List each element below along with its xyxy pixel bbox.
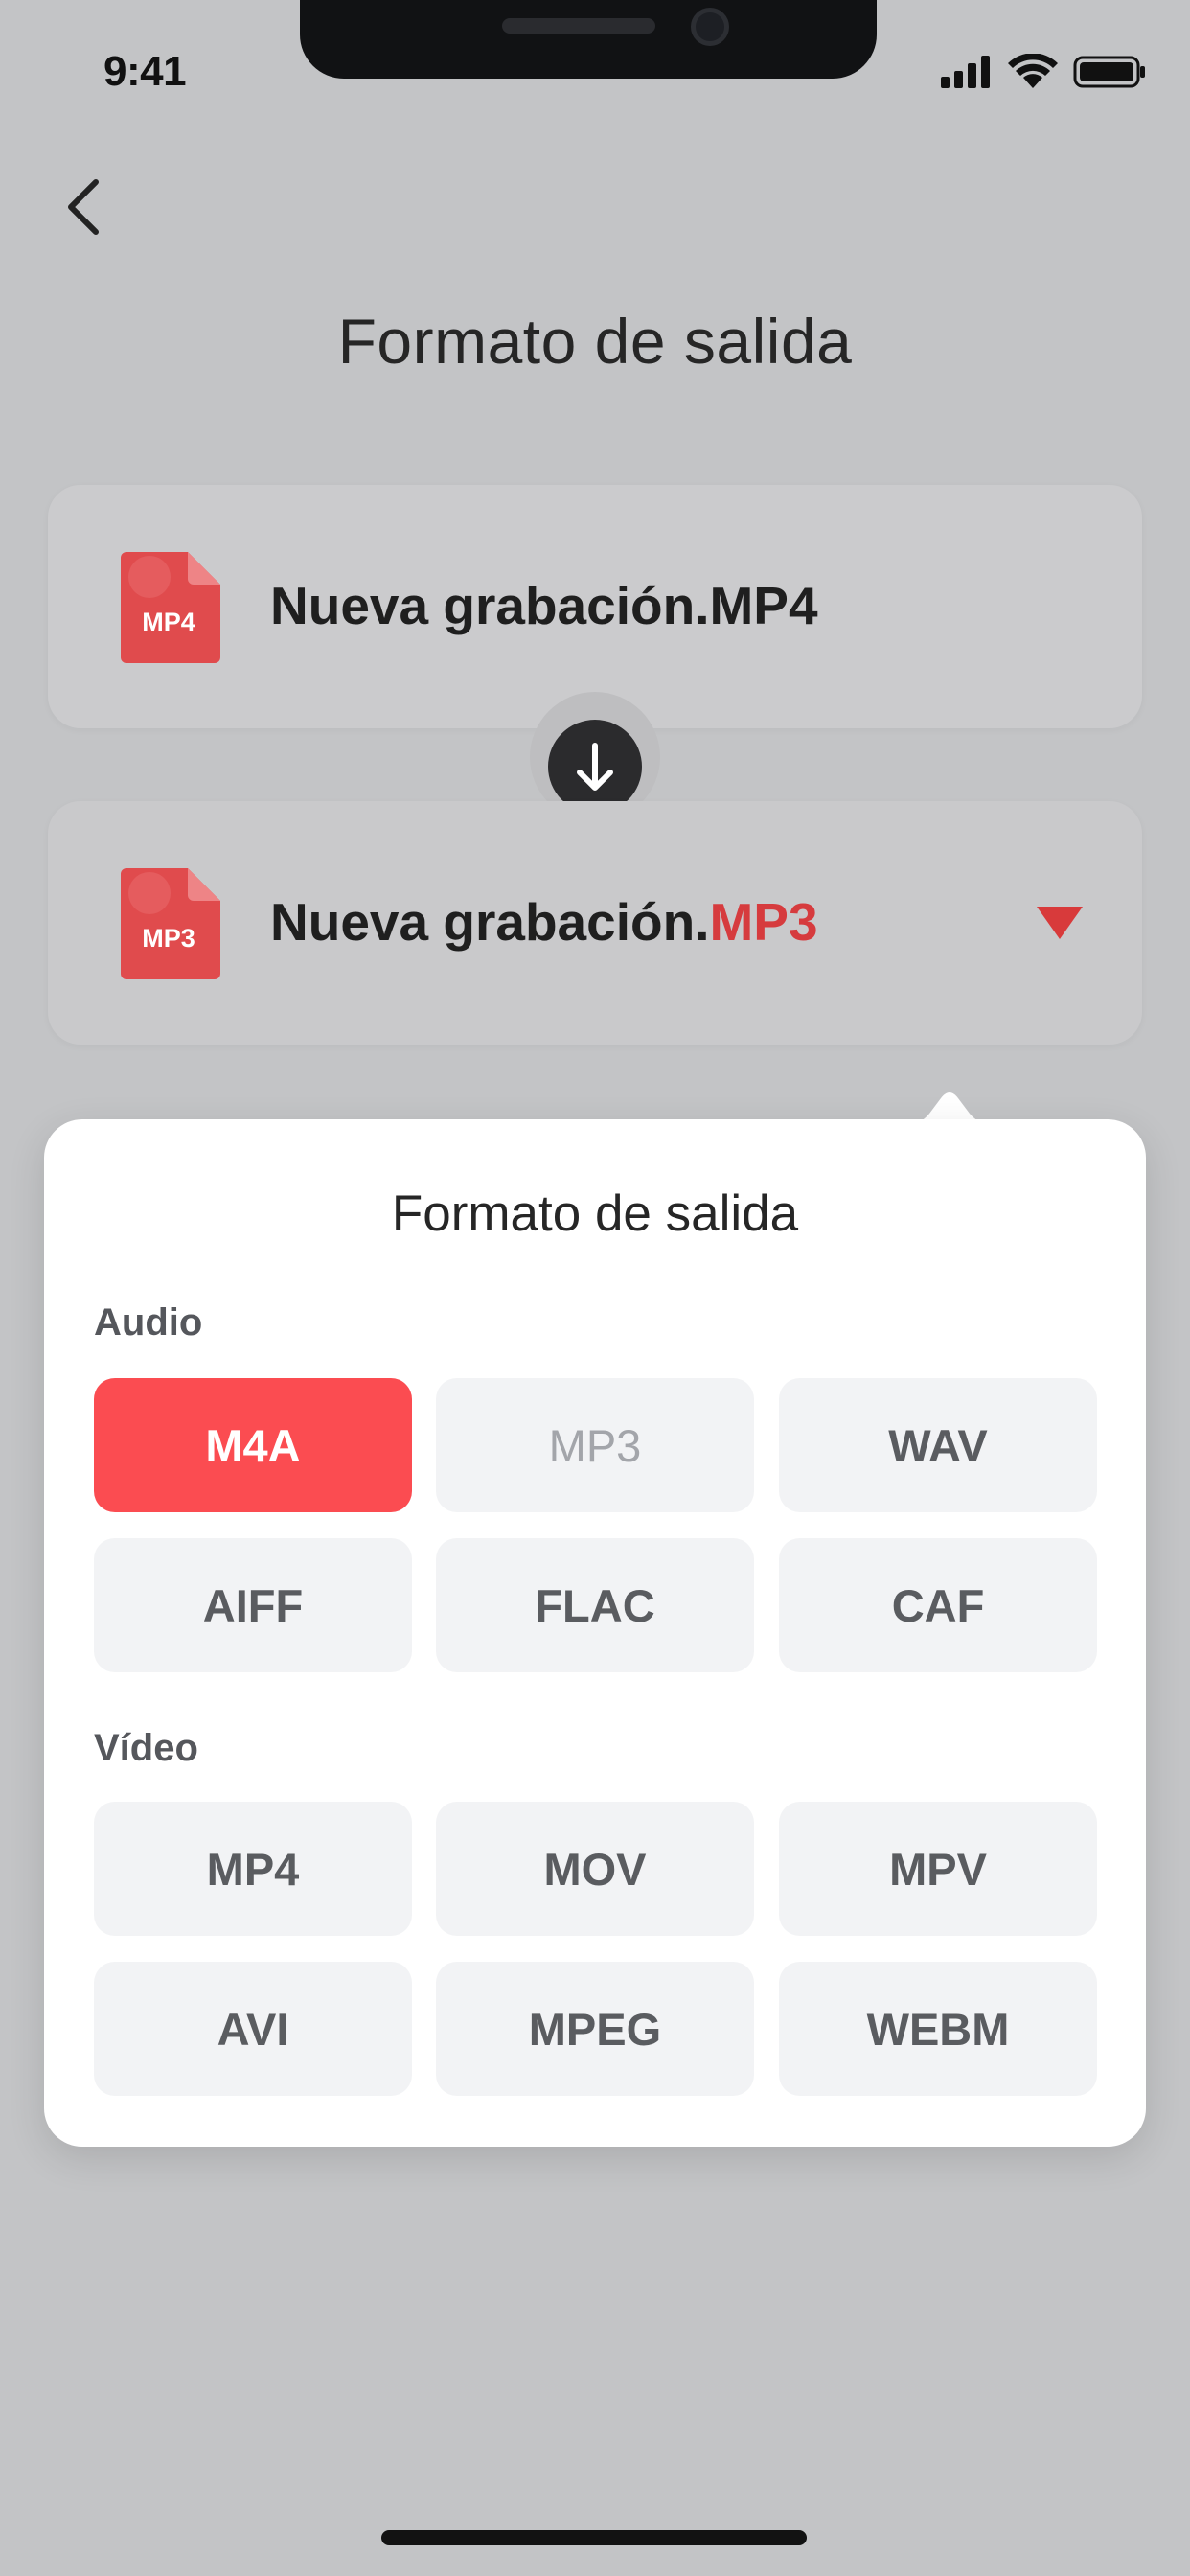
format-chip-mpeg[interactable]: MPEG (436, 1962, 754, 2096)
format-chip-m4a[interactable]: M4A (94, 1378, 412, 1512)
status-time: 9:41 (103, 48, 187, 95)
dropdown-triangle-icon[interactable] (1037, 907, 1083, 939)
format-chip-mpv[interactable]: MPV (779, 1802, 1097, 1936)
target-file-card[interactable]: MP3 Nueva grabación.MP3 (48, 801, 1142, 1045)
format-chip-wav[interactable]: WAV (779, 1378, 1097, 1512)
page-title: Formato de salida (337, 306, 853, 377)
audio-section-label: Audio (94, 1301, 203, 1344)
signal-icon (941, 56, 990, 88)
front-camera (691, 8, 729, 46)
format-chip-webm[interactable]: WEBM (779, 1962, 1097, 2096)
convert-arrow-button[interactable] (548, 720, 642, 814)
format-chip-mp3[interactable]: MP3 (436, 1378, 754, 1512)
format-chip-caf[interactable]: CAF (779, 1538, 1097, 1672)
arrow-down-icon (577, 743, 613, 791)
popover-title: Formato de salida (391, 1185, 799, 1242)
file-mp4-icon: MP4 (121, 552, 220, 663)
wifi-icon (1008, 54, 1058, 88)
status-icons (941, 54, 1145, 88)
format-chip-mov[interactable]: MOV (436, 1802, 754, 1936)
format-chip-aiff[interactable]: AIFF (94, 1538, 412, 1672)
home-indicator[interactable] (381, 2530, 807, 2545)
source-file-name: Nueva grabación.MP4 (270, 576, 818, 635)
svg-text:MP3: MP3 (142, 924, 195, 953)
device-notch (300, 0, 877, 79)
svg-text:MP4: MP4 (142, 608, 195, 636)
file-mp3-icon: MP3 (121, 868, 220, 979)
format-chip-mp4[interactable]: MP4 (94, 1802, 412, 1936)
target-file-basename: Nueva grabación. (270, 892, 710, 952)
target-file-name: Nueva grabación.MP3 (270, 891, 818, 953)
back-chevron-icon[interactable] (59, 178, 109, 236)
video-section-label: Vídeo (94, 1727, 198, 1769)
format-chip-avi[interactable]: AVI (94, 1962, 412, 2096)
format-chip-flac[interactable]: FLAC (436, 1538, 754, 1672)
battery-icon (1073, 56, 1145, 88)
speaker-grille (502, 18, 655, 34)
target-file-extension: MP3 (709, 892, 818, 952)
format-popover: Formato de salida Audio M4A MP3 WAV AIFF… (44, 1119, 1146, 2147)
